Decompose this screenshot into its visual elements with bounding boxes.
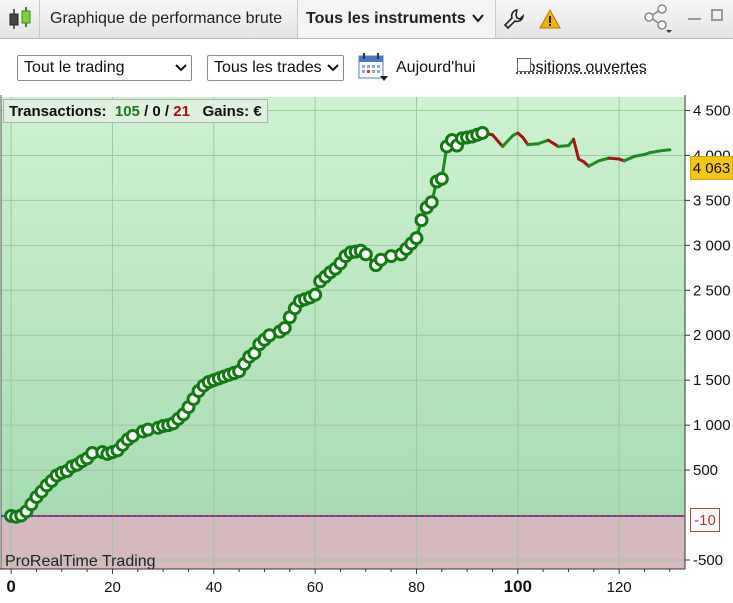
tab-bar: Graphique de performance brute Tous les …	[0, 0, 733, 39]
performance-chart: 4 5004 0003 5003 0002 5002 0001 5001 000…	[0, 95, 731, 596]
calendar-icon[interactable]	[358, 52, 388, 82]
chevron-down-icon	[175, 58, 187, 81]
separator: /	[139, 102, 153, 120]
open-positions-checkbox[interactable]	[517, 58, 531, 72]
equity-segment	[658, 148, 672, 153]
brand-watermark: ProRealTime Trading	[5, 553, 156, 570]
x-tick-label: 60	[307, 579, 324, 596]
trade-marker	[409, 231, 424, 246]
transactions-label: Transactions:	[9, 102, 107, 120]
trade-marker	[434, 171, 449, 186]
instruments-label: Tous les instruments	[306, 10, 466, 27]
y-tick-label: 500	[693, 462, 718, 479]
equity-segment	[556, 144, 570, 148]
candlestick-icon[interactable]	[0, 0, 40, 38]
y-tick-label: 1 000	[693, 417, 731, 434]
separator: /	[160, 102, 174, 120]
x-tick-label: 20	[104, 579, 121, 596]
wrench-icon[interactable]	[496, 0, 532, 38]
tab-performance[interactable]: Graphique de performance brute	[40, 0, 298, 38]
x-tick-label: 0	[6, 577, 15, 596]
trades-select[interactable]: Tous les trades	[207, 55, 344, 81]
y-tick-label: 4 500	[693, 102, 731, 119]
trading-select[interactable]: Tout le trading	[17, 55, 192, 81]
gains-label: Gains: €	[202, 102, 262, 120]
minimize-button[interactable]	[688, 18, 701, 20]
zero-line-tag: -10	[690, 508, 720, 532]
chevron-down-icon	[327, 58, 339, 81]
trade-marker	[424, 195, 439, 210]
y-tick-label: -500	[693, 552, 723, 569]
winning-trades-count: 105	[114, 102, 140, 120]
today-label[interactable]: Aujourd'hui	[396, 59, 476, 77]
equity-segment	[526, 142, 540, 147]
trade-marker	[358, 247, 373, 262]
y-tick-label: 3 500	[693, 192, 731, 209]
last-value-tag: 4 063	[690, 156, 733, 180]
chevron-down-icon	[471, 10, 484, 28]
neutral-trades-count: 0	[152, 102, 161, 120]
x-tick-label: 40	[205, 579, 222, 596]
y-tick-label: 1 500	[693, 372, 731, 389]
maximize-button[interactable]	[711, 9, 723, 21]
trade-marker	[308, 287, 323, 302]
warning-icon[interactable]	[532, 0, 568, 38]
trades-select-value: Tous les trades	[214, 59, 322, 76]
tab-performance-label: Graphique de performance brute	[50, 10, 283, 27]
y-tick-label: 3 000	[693, 237, 731, 254]
trade-marker	[475, 125, 490, 140]
open-positions-checkbox-label[interactable]: Positions ouvertes	[516, 59, 647, 77]
y-tick-label: 2 500	[693, 282, 731, 299]
equity-segment	[648, 149, 662, 155]
equity-segment	[632, 153, 646, 158]
trade-marker	[277, 321, 292, 336]
equity-segment	[607, 156, 621, 161]
share-icon[interactable]	[640, 3, 674, 35]
transactions-summary: Transactions: 105 / 0 / 21 Gains: €	[3, 99, 268, 123]
losing-trades-count: 21	[173, 102, 190, 120]
x-tick-label: 100	[504, 577, 532, 596]
instruments-dropdown[interactable]: Tous les instruments	[298, 0, 496, 38]
trade-marker	[414, 213, 429, 228]
x-tick-label: 80	[408, 579, 425, 596]
trading-select-value: Tout le trading	[24, 59, 125, 76]
y-tick-label: 2 000	[693, 327, 731, 344]
x-tick-label: 120	[607, 579, 632, 596]
